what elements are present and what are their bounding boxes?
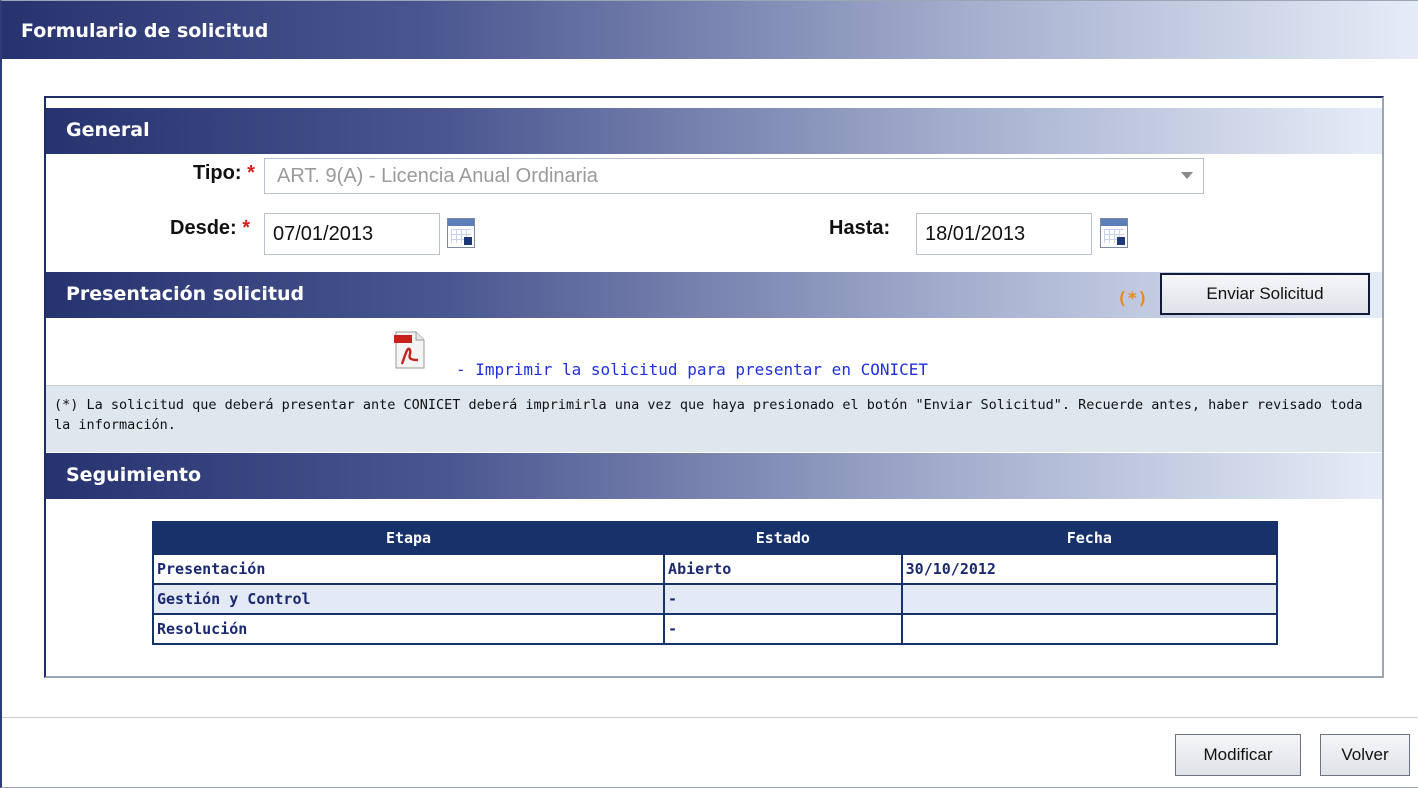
cell-etapa: Gestión y Control [151, 583, 666, 615]
note-box: (*) La solicitud que deberá presentar an… [46, 385, 1382, 452]
column-header-fecha: Fecha [900, 521, 1279, 555]
form-window: Formulario de solicitud General Tipo: * … [0, 0, 1418, 788]
desde-label: Desde: * [170, 217, 251, 239]
table-row: Gestión y Control - [151, 583, 1279, 615]
window-titlebar: Formulario de solicitud [2, 1, 1418, 59]
tracking-table: Etapa Estado Fecha Presentación Abierto … [151, 521, 1279, 645]
section-general-title: General [66, 119, 150, 141]
table-row: Resolución - [151, 613, 1279, 645]
required-mark: * [247, 162, 255, 184]
calendar-icon[interactable] [1100, 218, 1128, 248]
asterisk-note: (*) [1117, 289, 1148, 309]
form-panel: General Tipo: * ART. 9(A) - Licencia Anu… [44, 96, 1384, 678]
cell-etapa: Resolución [151, 613, 666, 645]
chevron-down-icon [1181, 172, 1193, 179]
section-seguimiento-title: Seguimiento [66, 464, 202, 486]
desde-input[interactable]: 07/01/2013 [264, 213, 440, 255]
cell-fecha [900, 613, 1279, 645]
hasta-input-value: 18/01/2013 [925, 223, 1026, 245]
table-header-row: Etapa Estado Fecha [151, 521, 1279, 555]
tipo-label: Tipo: * [193, 162, 255, 184]
tipo-select-value: ART. 9(A) - Licencia Anual Ordinaria [277, 165, 598, 187]
cell-fecha [900, 583, 1279, 615]
calendar-icon[interactable] [447, 218, 475, 248]
cell-etapa: Presentación [151, 553, 666, 585]
cell-estado: - [663, 583, 903, 615]
note-text: (*) La solicitud que deberá presentar an… [54, 397, 1363, 433]
print-request-link[interactable]: - Imprimir la solicitud para presentar e… [456, 360, 928, 379]
cell-estado: - [663, 613, 903, 645]
table-row: Presentación Abierto 30/10/2012 [151, 553, 1279, 585]
column-header-etapa: Etapa [151, 521, 666, 555]
footer-divider [2, 717, 1418, 718]
hasta-input[interactable]: 18/01/2013 [916, 213, 1092, 255]
required-mark: * [242, 217, 251, 239]
modificar-button[interactable]: Modificar [1175, 734, 1301, 776]
cell-fecha: 30/10/2012 [900, 553, 1279, 585]
enviar-solicitud-button[interactable]: Enviar Solicitud [1160, 273, 1370, 315]
desde-input-value: 07/01/2013 [273, 223, 374, 245]
cell-estado: Abierto [663, 553, 903, 585]
volver-button[interactable]: Volver [1320, 734, 1410, 776]
column-header-estado: Estado [663, 521, 903, 555]
section-presentacion-title: Presentación solicitud [66, 283, 305, 305]
tipo-select[interactable]: ART. 9(A) - Licencia Anual Ordinaria [264, 158, 1204, 194]
hasta-label: Hasta: [829, 217, 891, 239]
window-title: Formulario de solicitud [21, 20, 269, 42]
section-general-header: General [46, 108, 1382, 154]
section-seguimiento-header: Seguimiento [46, 453, 1382, 499]
pdf-icon[interactable] [392, 330, 428, 370]
